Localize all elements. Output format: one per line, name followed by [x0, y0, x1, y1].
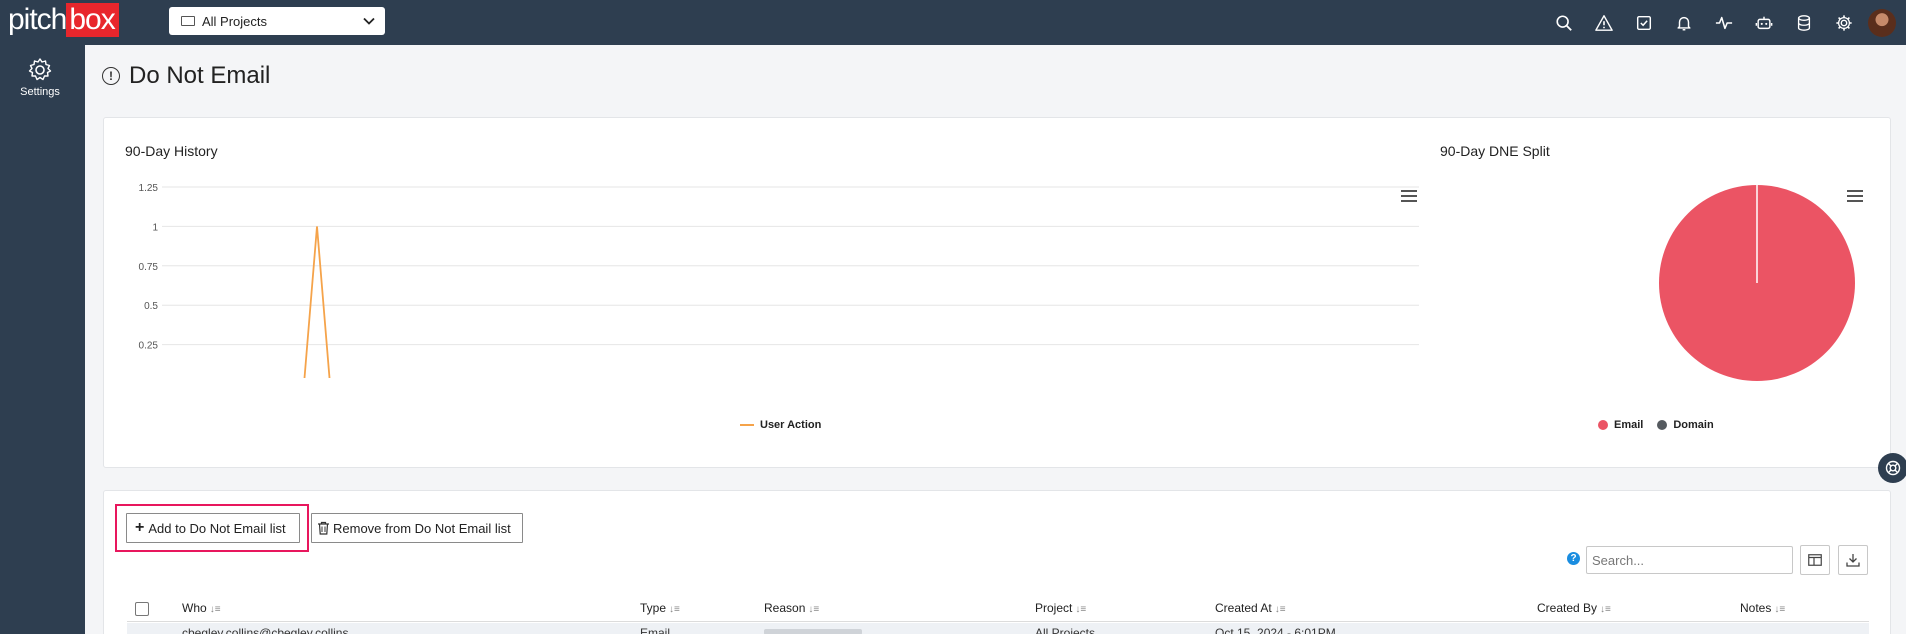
legend-label-email: Email — [1614, 419, 1644, 431]
y-tick-label: 0.25 — [139, 341, 159, 352]
row-who[interactable]: cbegley.collins@cbegley.collins — [182, 626, 348, 634]
column-reason[interactable]: Reason ↓≡ — [764, 601, 819, 615]
gear-icon — [28, 58, 52, 81]
split-chart-title: 90-Day DNE Split — [1440, 143, 1550, 159]
charts-card: 90-Day History 00.250.50.7511.2515. Dec2… — [103, 117, 1891, 468]
sort-icon: ↓≡ — [209, 604, 221, 615]
trash-icon — [318, 521, 329, 535]
row-type: Email — [640, 626, 671, 634]
sort-icon: ↓≡ — [1774, 604, 1786, 615]
download-icon — [1846, 554, 1860, 567]
robot-icon[interactable] — [1744, 0, 1784, 45]
column-type[interactable]: Type ↓≡ — [640, 601, 680, 615]
history-chart-legend[interactable]: User Action — [740, 419, 835, 431]
logo-text-right: box — [66, 3, 119, 37]
y-tick-label: 0.75 — [139, 262, 159, 273]
search-input[interactable] — [1586, 546, 1793, 574]
column-notes[interactable]: Notes ↓≡ — [1740, 601, 1785, 615]
warning-icon[interactable] — [1584, 0, 1624, 45]
add-to-dne-button[interactable]: + Add to Do Not Email list — [126, 513, 300, 543]
column-created-at-label: Created At — [1215, 601, 1272, 615]
sort-icon: ↓≡ — [669, 604, 680, 615]
columns-button[interactable] — [1800, 545, 1830, 575]
sort-icon: ↓≡ — [1075, 604, 1087, 615]
select-all-checkbox[interactable] — [135, 602, 149, 616]
column-created-by[interactable]: Created By ↓≡ — [1537, 601, 1611, 615]
column-created-at[interactable]: Created At ↓≡ — [1215, 601, 1286, 615]
legend-label-domain: Domain — [1673, 419, 1714, 431]
activity-icon[interactable] — [1704, 0, 1744, 45]
alert-circle-icon: ! — [102, 67, 120, 85]
logo-text-left: pitch — [8, 3, 67, 36]
split-chart-legend[interactable]: Email Domain — [1598, 419, 1728, 431]
project-select[interactable]: All Projects — [169, 7, 385, 35]
split-pie-chart — [1659, 185, 1855, 381]
row-reason-placeholder — [764, 629, 862, 634]
sidebar: Settings — [0, 45, 85, 634]
gear-icon[interactable] — [1824, 0, 1864, 45]
tasks-icon[interactable] — [1624, 0, 1664, 45]
column-project-label: Project — [1035, 601, 1073, 615]
y-tick-label: 0.5 — [144, 301, 158, 312]
legend-dot-email — [1598, 420, 1608, 430]
page-title: Do Not Email — [129, 62, 271, 89]
lifebuoy-icon — [1885, 460, 1901, 476]
search-icon[interactable] — [1544, 0, 1584, 45]
database-icon[interactable] — [1784, 0, 1824, 45]
column-notes-label: Notes — [1740, 601, 1772, 615]
bell-icon[interactable] — [1664, 0, 1704, 45]
folder-icon — [181, 16, 195, 26]
legend-item-user-action[interactable]: User Action — [740, 419, 821, 431]
series-line-user-action — [303, 226, 331, 378]
table-header: Who ↓≡ Type ↓≡ Reason ↓≡ Project ↓≡ Created … — [127, 594, 1869, 622]
sort-icon: ↓≡ — [808, 604, 820, 615]
remove-from-dne-button[interactable]: Remove from Do Not Email list — [311, 513, 523, 543]
pitchbox-logo[interactable]: pitch box — [8, 3, 119, 37]
sidebar-item-settings[interactable]: Settings — [0, 57, 80, 98]
column-type-label: Type — [640, 601, 667, 615]
row-created-at: Oct 15, 2024 - 6:01PM — [1215, 626, 1336, 634]
download-button[interactable] — [1838, 545, 1868, 575]
y-tick-label: 1.25 — [139, 183, 159, 194]
chevron-down-icon — [363, 17, 375, 25]
column-who-label: Who — [182, 601, 207, 615]
top-bar: pitch box All Projects — [0, 0, 1906, 45]
legend-line-swatch — [740, 424, 754, 426]
plus-icon: + — [135, 519, 145, 536]
legend-item-domain[interactable]: Domain — [1657, 419, 1714, 431]
page-header: ! Do Not Email — [102, 62, 270, 90]
column-reason-label: Reason — [764, 601, 806, 615]
support-chat-button[interactable] — [1878, 453, 1906, 483]
columns-icon — [1808, 554, 1822, 566]
column-project[interactable]: Project ↓≡ — [1035, 601, 1086, 615]
legend-label: User Action — [760, 419, 822, 431]
column-who[interactable]: Who ↓≡ — [182, 601, 221, 615]
history-line-chart: 00.250.50.7511.2515. Dec22. Dec29. Dec5.… — [139, 183, 1419, 378]
legend-dot-domain — [1657, 420, 1668, 430]
add-to-dne-label: Add to Do Not Email list — [148, 520, 286, 536]
row-project: All Projects — [1035, 626, 1096, 634]
project-select-value: All Projects — [202, 13, 268, 29]
table-row[interactable]: cbegley.collins@cbegley.collins Email Al… — [127, 623, 1869, 634]
y-tick-label: 1 — [152, 222, 158, 233]
sort-icon: ↓≡ — [1600, 604, 1611, 615]
legend-item-email[interactable]: Email — [1598, 419, 1643, 431]
sort-icon: ↓≡ — [1274, 604, 1286, 615]
help-icon[interactable]: ? — [1567, 552, 1580, 565]
user-avatar[interactable] — [1868, 8, 1896, 37]
column-created-by-label: Created By — [1537, 601, 1598, 615]
sidebar-item-label: Settings — [20, 86, 60, 98]
remove-from-dne-label: Remove from Do Not Email list — [333, 520, 511, 536]
